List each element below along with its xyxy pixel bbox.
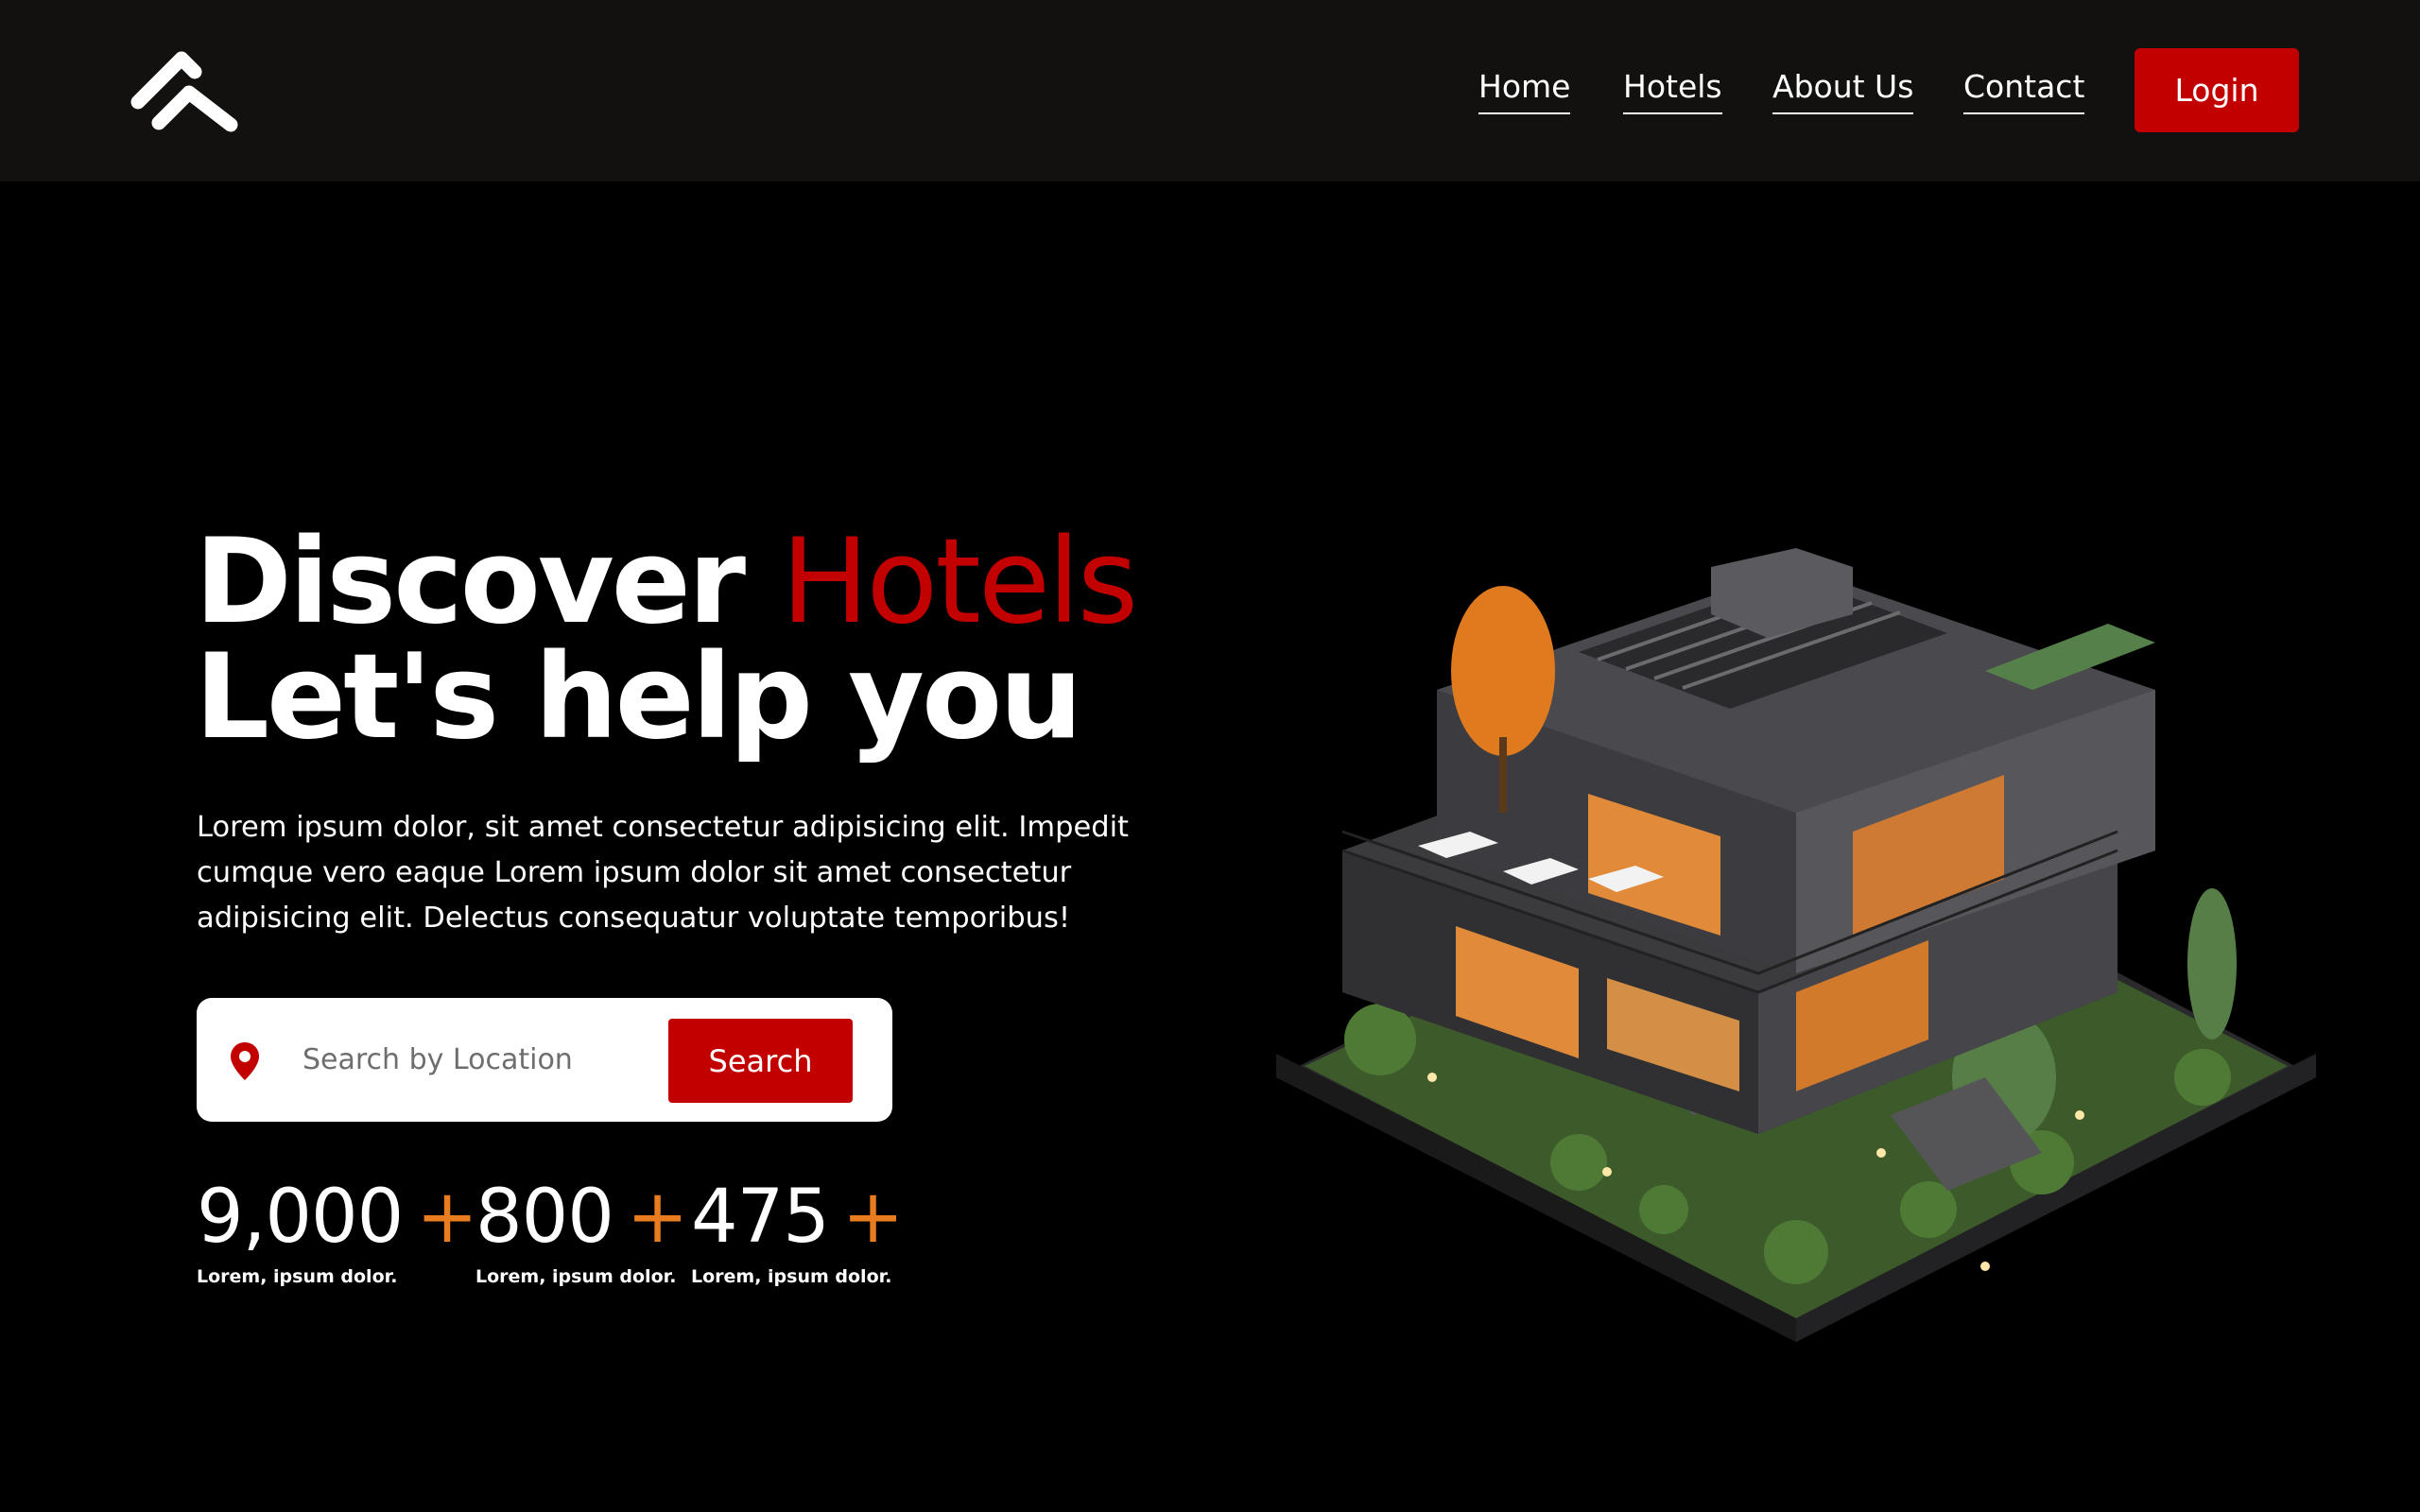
stat-plus: + [626,1175,688,1260]
stat-plus: + [841,1175,904,1260]
search-button[interactable]: Search [668,1019,853,1103]
navbar: Home Hotels About Us Contact Login [0,0,2420,181]
stat-item: 800 + Lorem, ipsum dolor. [475,1172,688,1287]
stat-label: Lorem, ipsum dolor. [475,1266,677,1287]
nav-about-link[interactable]: About Us [1772,69,1914,114]
stat-value: 475 + [691,1175,904,1260]
stat-item: 475 + Lorem, ipsum dolor. [691,1172,904,1287]
stat-item: 9,000 + Lorem, ipsum dolor. [197,1172,478,1287]
logo-icon[interactable] [127,43,244,140]
hero-description: Lorem ipsum dolor, sit amet consectetur … [197,811,1130,935]
stat-value: 800 + [475,1175,688,1260]
login-button[interactable]: Login [2135,48,2299,132]
nav-contact-link[interactable]: Contact [1963,69,2085,114]
hero-title: Discover Hotels Let's help you [195,524,1138,756]
search-bar: Search [197,998,892,1122]
stat-label: Lorem, ipsum dolor. [197,1266,398,1287]
stat-label: Lorem, ipsum dolor. [691,1266,892,1287]
stat-plus: + [416,1175,477,1260]
nav-home-link[interactable]: Home [1478,69,1571,114]
hero-title-line2: Let's help you [195,629,1082,765]
search-location-input[interactable] [302,1030,662,1089]
location-pin-icon [231,1042,259,1080]
nav-hotels-link[interactable]: Hotels [1623,69,1722,114]
stat-value: 9,000 + [197,1175,478,1260]
house-illustration [1276,548,2316,1342]
